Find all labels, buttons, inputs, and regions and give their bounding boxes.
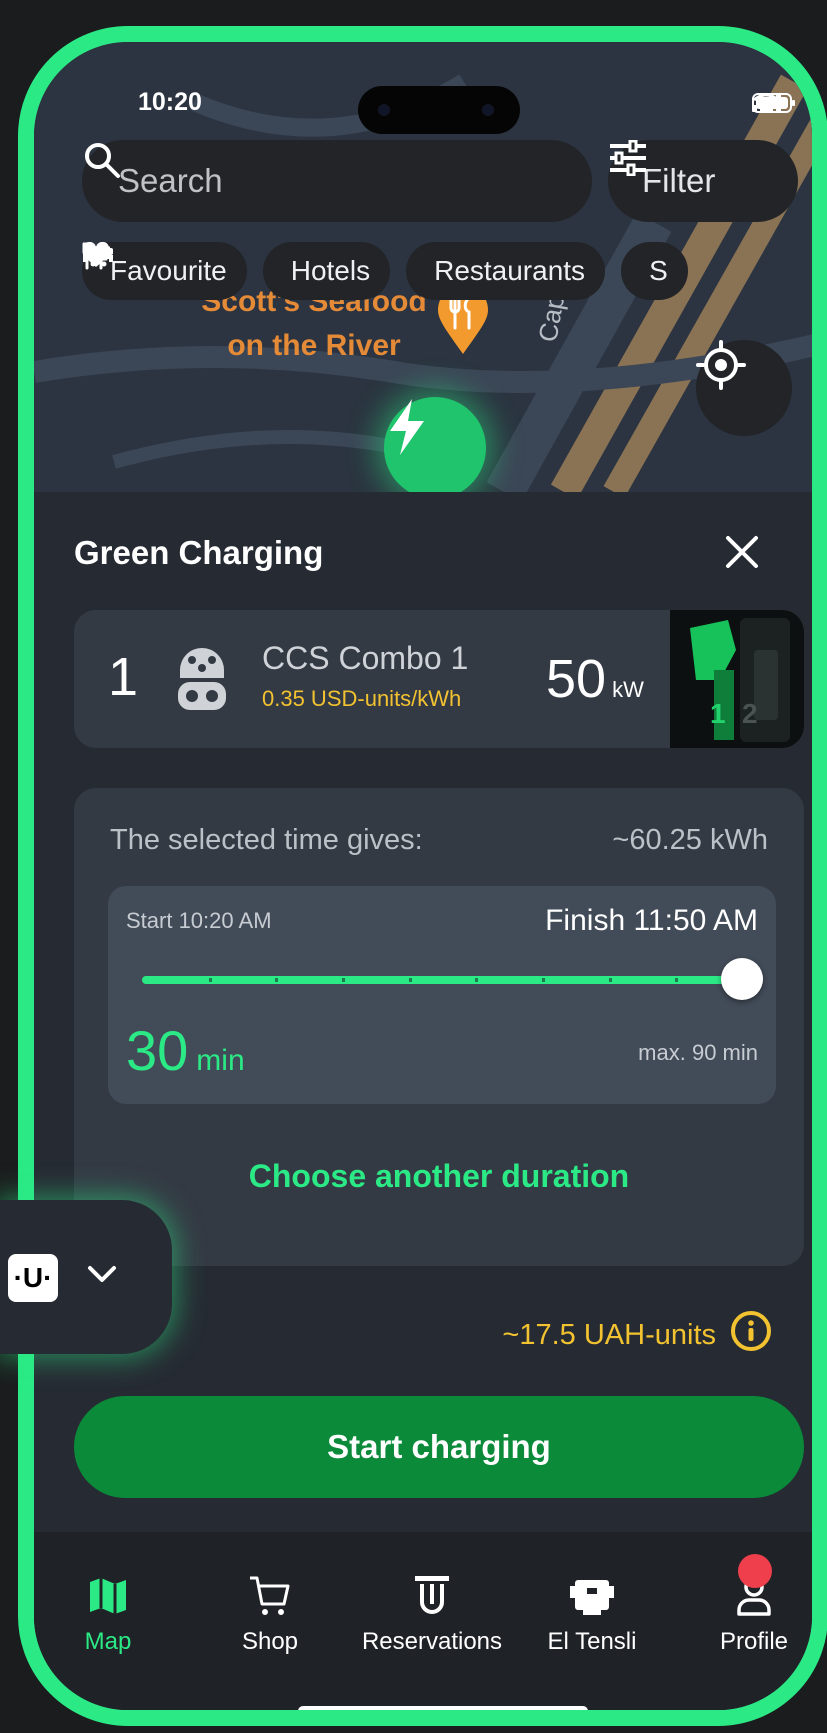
search-placeholder: Search <box>118 162 223 199</box>
connector-type: CCS Combo 1 <box>262 640 469 676</box>
chip-shops[interactable]: S <box>83 242 688 300</box>
energy-value: ~60.25 kWh <box>612 824 768 856</box>
start-charging-button[interactable]: Start charging <box>74 1396 804 1498</box>
connector-card[interactable]: 1 CCS Combo 1 0.35 USD-units/kWh 50 kW 1… <box>74 610 804 748</box>
home-indicator[interactable] <box>298 1706 588 1710</box>
map-icon <box>34 1572 188 1620</box>
slider-tick <box>608 978 612 982</box>
info-icon[interactable] <box>730 1310 772 1360</box>
slider-tick <box>475 978 479 982</box>
tab-el-tensli[interactable]: El Tensli <box>512 1572 672 1656</box>
energy-caption: The selected time gives: <box>110 824 423 856</box>
filter-button[interactable]: Filter <box>608 140 798 222</box>
locate-me-button[interactable] <box>696 340 792 436</box>
duration-slider-track[interactable] <box>142 976 742 984</box>
cart-icon <box>190 1572 350 1620</box>
start-time: Start 10:20 AM <box>126 908 272 933</box>
photo-label-2: 2 <box>742 698 758 729</box>
slider-tick <box>408 978 412 982</box>
duration-max: max. 90 min <box>638 1040 758 1065</box>
slider-tick <box>342 978 345 982</box>
slider-tick <box>275 978 279 982</box>
tab-map[interactable]: Map <box>34 1572 188 1656</box>
profile-notification-badge <box>738 1554 772 1588</box>
tab-shop[interactable]: Shop <box>190 1572 350 1656</box>
search-bar[interactable]: Search <box>82 140 592 222</box>
slider-tick <box>675 978 679 982</box>
floating-app-widget[interactable]: ·U· <box>0 1200 172 1354</box>
duration-picker: Start 10:20 AM Finish 11:50 AM 30 min max… <box>108 886 776 1104</box>
close-icon <box>726 536 758 568</box>
duration-minutes: 30 min <box>126 1019 245 1082</box>
duration-slider-thumb[interactable] <box>721 958 763 1000</box>
charging-station-pin[interactable] <box>384 397 486 492</box>
photo-label-1: 1 <box>710 698 726 729</box>
filter-label: Filter <box>642 162 716 199</box>
sliders-icon <box>610 140 646 176</box>
finish-time: Finish 11:50 AM <box>545 904 758 937</box>
chevron-down-icon[interactable] <box>86 1264 118 1291</box>
connector-number: 1 <box>108 647 139 707</box>
connector-power: 50 kW <box>546 649 644 709</box>
dynamic-island <box>358 86 520 134</box>
tab-reservations[interactable]: Reservations <box>352 1572 512 1656</box>
robot-icon <box>512 1572 672 1620</box>
duration-card: The selected time gives: ~60.25 kWh Star… <box>74 788 804 1266</box>
app-logo: ·U· <box>8 1254 58 1302</box>
phone-frame: Capta Scott's Seafood on the River 10:20 <box>18 26 827 1726</box>
cost-estimate: ~17.5 UAH-units <box>502 1310 772 1360</box>
status-bar: 10:20 <box>34 86 812 134</box>
connector-price: 0.35 USD-units/kWh <box>262 686 462 711</box>
slider-tick <box>542 978 545 982</box>
charger-photo: 1 2 <box>670 610 804 748</box>
lightning-icon <box>390 399 424 455</box>
crosshair-icon <box>696 340 746 390</box>
tab-bar: Map Shop Reservations El Tensli Profile <box>34 1532 812 1710</box>
chip-restaurants[interactable]: Restaurants <box>82 242 606 300</box>
slider-tick <box>208 978 212 982</box>
clock: 10:20 <box>138 88 202 116</box>
ccs-plug-icon <box>174 646 230 717</box>
station-title: Green Charging <box>74 534 324 571</box>
map-view[interactable]: Capta Scott's Seafood on the River 10:20 <box>34 42 812 492</box>
choose-duration-link[interactable]: Choose another duration <box>74 1158 804 1195</box>
reservations-icon <box>352 1572 512 1620</box>
close-button[interactable] <box>720 530 764 574</box>
search-icon <box>85 143 120 178</box>
chip-hotels[interactable]: Hotels <box>83 242 391 300</box>
battery-icon <box>752 93 795 113</box>
category-chips: Favourite Hotels Restaurants S <box>82 242 688 300</box>
